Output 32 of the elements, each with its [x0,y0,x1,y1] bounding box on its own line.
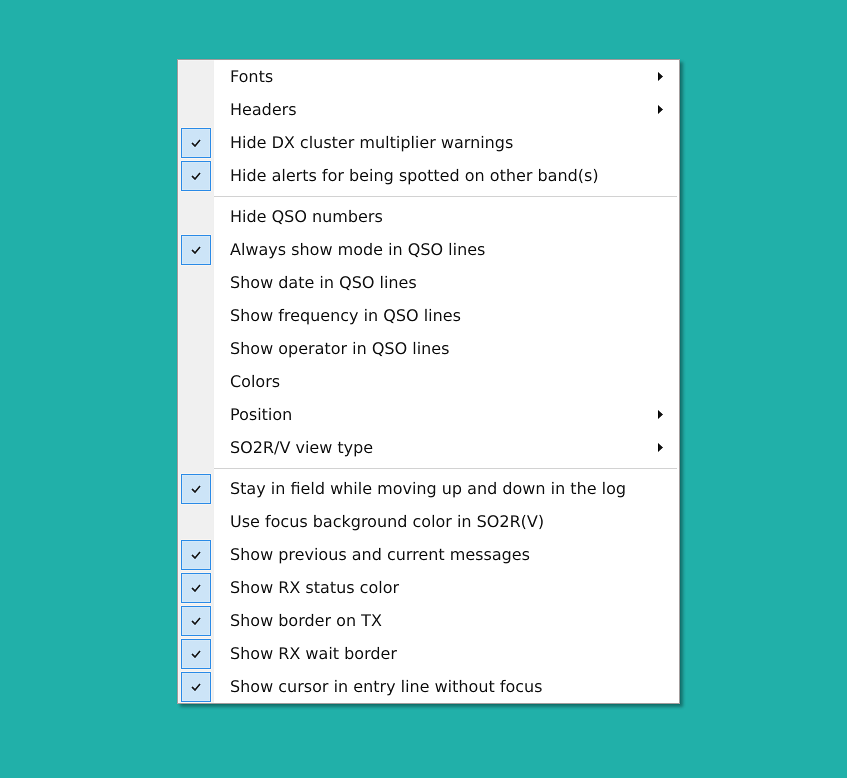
submenu-arrow-icon [658,443,663,452]
menu-item[interactable]: Hide QSO numbers [178,200,679,233]
check-icon [191,138,201,146]
menu-item[interactable]: Show RX wait border [178,637,679,670]
check-icon [191,584,201,592]
menu-item[interactable]: Show operator in QSO lines [178,332,679,365]
menu-item[interactable]: Show RX status color [178,571,679,604]
menu-item[interactable]: Show border on TX [178,604,679,637]
submenu-arrow-icon [658,105,663,114]
check-icon [191,246,201,254]
menu-item[interactable]: Colors [178,365,679,398]
menu-item[interactable]: Stay in field while moving up and down in the log [178,472,679,505]
menu-item[interactable]: Show date in QSO lines [178,266,679,299]
menu-item[interactable]: Fonts [178,60,679,93]
check-icon [191,172,201,180]
menu-item[interactable]: Hide DX cluster multiplier warnings [178,126,679,159]
submenu-arrow-icon [658,72,663,81]
menu-item[interactable]: Position [178,398,679,431]
menu-item[interactable]: Hide alerts for being spotted on other band(s) [178,159,679,192]
menu-item[interactable]: Show cursor in entry line without focus [178,670,679,703]
menu-item[interactable]: Show frequency in QSO lines [178,299,679,332]
menu-item[interactable]: Show previous and current messages [178,538,679,571]
menu-item[interactable]: Use focus background color in SO2R(V) [178,505,679,538]
check-icon [191,682,201,690]
menu-item[interactable]: Headers [178,93,679,126]
check-icon [191,550,201,558]
submenu-arrow-icon [658,410,663,419]
check-icon [191,616,201,624]
menu-item[interactable]: Always show mode in QSO lines [178,233,679,266]
menu-item[interactable]: SO2R/V view type [178,431,679,464]
check-icon [191,650,201,658]
check-icon [191,484,201,492]
